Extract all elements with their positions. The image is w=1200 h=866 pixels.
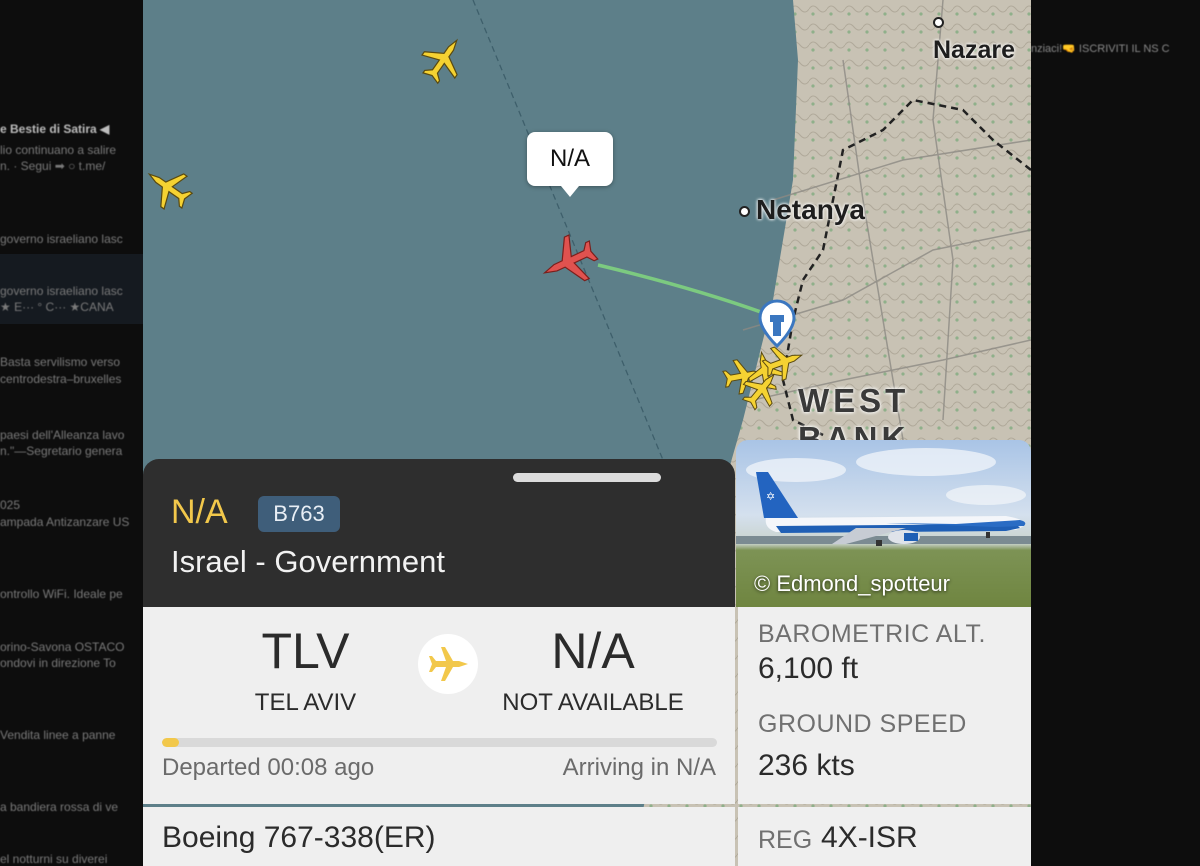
photo-credit: © Edmond_spotteur (754, 571, 950, 596)
barometric-alt-label: BAROMETRIC ALT. (758, 620, 986, 648)
registration-value: 4X-ISR (821, 821, 918, 854)
origin-name: TEL AVIV (254, 689, 357, 716)
background-line: governo israeliano lasc (0, 232, 123, 246)
city-name: Nazare (933, 36, 1015, 64)
background-line: ontrollo WiFi. Ideale pe (0, 587, 123, 601)
barometric-alt-value: 6,100 ft (758, 652, 859, 685)
ground-speed-label: GROUND SPEED (758, 710, 967, 738)
aircraft-model: Boeing 767-338(ER) (162, 821, 436, 854)
city-dot-icon (739, 206, 750, 218)
svg-text:✡: ✡ (766, 490, 775, 503)
city-dot-icon (933, 16, 944, 28)
flight-progress-bar (162, 738, 717, 747)
destination-code: N/A (551, 623, 635, 679)
selected-aircraft-icon[interactable] (533, 224, 607, 298)
background-line: a bandiera rossa di ve (0, 800, 119, 814)
background-line: ondovi in direzione To (0, 656, 116, 670)
background-line: centrodestra–bruxelles (0, 372, 122, 386)
background-feed: e Bestie di Satira ◀ lio continuano a sal… (0, 0, 143, 866)
background-line: lio continuano a salire (0, 143, 117, 157)
flight-progress-fill (162, 738, 179, 747)
aircraft-icon[interactable] (143, 156, 201, 220)
drag-handle[interactable] (513, 473, 661, 482)
background-line: n."—Segretario genera (0, 444, 123, 458)
aircraft-type-badge: B763 (258, 496, 340, 532)
background-line: paesi dell'Alleanza lavo (0, 428, 125, 442)
arrival-time: Arriving in N/A (562, 754, 716, 781)
origin-code: TLV (261, 623, 350, 679)
aircraft-photo[interactable]: ✡ © Edmond_spotteur (736, 440, 1031, 607)
aircraft-icon[interactable] (413, 30, 473, 90)
background-line: e Bestie di Satira ◀ (0, 122, 110, 136)
city-name: Netanya (756, 194, 865, 225)
background-line: el notturni su diverei (0, 852, 108, 866)
background-feed-right: nziaci!🤜 ISCRIVITI IL NS C (1031, 0, 1200, 866)
destination-name: NOT AVAILABLE (502, 689, 684, 716)
departed-time: Departed 00:08 ago (162, 754, 375, 781)
background-line: orino-Savona OSTACO (0, 640, 125, 654)
background-line: ampada Antizanzare US (0, 515, 130, 529)
registration-label: REG (758, 826, 813, 854)
background-line: ★ E··· ° C··· ★CANA (0, 300, 114, 314)
route-plane-button (418, 634, 478, 694)
background-line: Basta servilismo verso (0, 355, 121, 369)
background-line: Vendita linee a panne (0, 728, 116, 742)
background-line: 025 (0, 498, 21, 512)
background-line: nziaci!🤜 ISCRIVITI IL NS C (1031, 43, 1170, 55)
flight-callsign: N/A (171, 493, 228, 531)
flight-tracker-screen: Nazare Netanya WEST BANK N/A N/A B763 Is… (143, 0, 1031, 866)
city-label-netanya: Netanya (739, 194, 865, 226)
background-line: n. · Segui ➡ ○ t.me/ (0, 159, 106, 173)
airplane-icon (429, 647, 468, 681)
operator-name: Israel - Government (171, 544, 445, 579)
background-line: governo israeliano lasc (0, 284, 123, 298)
ground-speed-value: 236 kts (758, 749, 855, 782)
flight-callout[interactable]: N/A (527, 132, 613, 197)
city-label-nazareth: Nazare (933, 7, 1031, 65)
